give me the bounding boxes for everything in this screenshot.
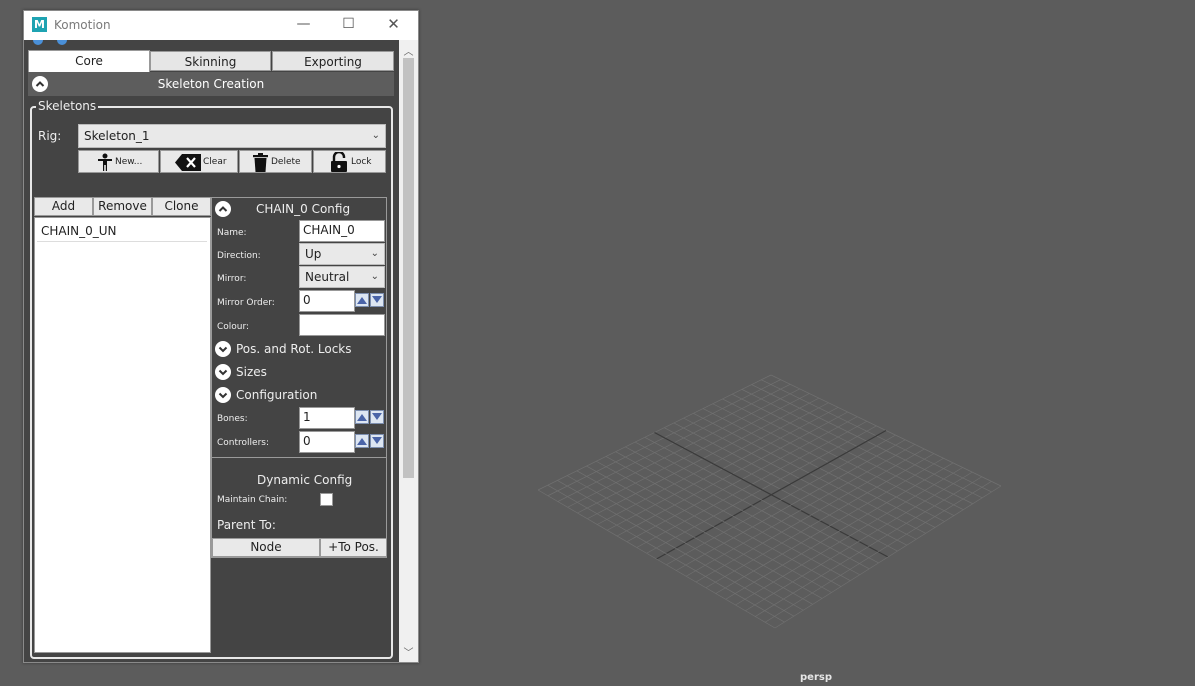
delete-label: Delete (271, 157, 301, 167)
grid-line (547, 484, 785, 623)
expander-sizes[interactable]: Sizes (236, 365, 267, 379)
rig-dropdown[interactable]: Skeleton_1 ⌄ (78, 124, 386, 148)
clone-chain-button[interactable]: Clone (152, 197, 211, 216)
delete-button[interactable]: Delete (239, 150, 312, 173)
skeleton-toolbar: New... Clear Delete Lock (78, 150, 386, 173)
skeletons-group: Skeletons Rig: Skeleton_1 ⌄ New... Clear… (30, 99, 393, 659)
new-skeleton-button[interactable]: New... (78, 150, 159, 173)
grid-line (764, 481, 992, 623)
to-pos-button[interactable]: +To Pos. (320, 538, 387, 557)
chevron-down-icon[interactable] (215, 364, 231, 380)
backspace-x-icon (175, 154, 201, 171)
tab-exporting[interactable]: Exporting (272, 51, 394, 71)
dock-handle-icon[interactable] (33, 40, 43, 45)
name-field[interactable]: CHAIN_0 (299, 220, 385, 242)
section-header[interactable]: Skeleton Creation (28, 72, 394, 96)
spin-up-icon[interactable] (355, 410, 369, 424)
grid-line (557, 480, 795, 617)
grid-line (615, 451, 851, 581)
bones-label: Bones: (217, 414, 248, 424)
camera-label: persp (800, 672, 832, 683)
grid-line (715, 457, 944, 594)
parent-node-button[interactable]: Node (212, 538, 320, 557)
config-title: CHAIN_0 Config (256, 202, 351, 216)
spin-down-icon[interactable] (370, 410, 384, 424)
maximize-button[interactable]: ☐ (326, 11, 371, 40)
spin-down-icon[interactable] (370, 434, 384, 448)
direction-value: Up (305, 247, 322, 261)
colour-field[interactable] (299, 314, 385, 336)
dock-handle-icon[interactable] (57, 40, 67, 45)
chevron-down-icon: ⌄ (370, 248, 379, 259)
minimize-button[interactable]: — (281, 11, 326, 40)
mirror-order-label: Mirror Order: (217, 298, 275, 308)
chevron-down-icon[interactable] (215, 387, 231, 403)
rig-dropdown-value: Skeleton_1 (84, 129, 150, 143)
grid-line (566, 475, 804, 611)
scroll-down-icon[interactable]: ﹀ (399, 644, 418, 659)
mirror-label: Mirror: (217, 274, 247, 284)
parent-to-label: Parent To: (217, 518, 276, 532)
core-tab-content: Skeleton Creation Skeletons Rig: Skeleto… (28, 72, 394, 660)
mirror-value: Neutral (305, 270, 350, 284)
title-bar[interactable]: M Komotion — ☐ ✕ (24, 11, 418, 40)
komotion-window: M Komotion — ☐ ✕ Core Skinning Exporting… (23, 10, 419, 663)
name-label: Name: (217, 228, 247, 238)
person-icon (98, 153, 112, 171)
trash-icon (253, 153, 268, 172)
scroll-up-icon[interactable]: ︿ (399, 43, 418, 58)
chain-list[interactable]: CHAIN_0_UN (34, 217, 211, 653)
dock-handles (31, 40, 71, 46)
spin-down-icon[interactable] (370, 293, 384, 307)
bones-field[interactable]: 1 (299, 407, 355, 429)
group-legend: Skeletons (36, 99, 99, 113)
unlock-icon (331, 152, 347, 172)
grid-line (695, 448, 925, 583)
chevron-up-icon[interactable] (215, 201, 231, 217)
direction-label: Direction: (217, 251, 261, 261)
maya-app-icon: M (32, 17, 47, 32)
vertical-scrollbar[interactable]: ︿ ﹀ (399, 40, 418, 662)
mirror-order-field[interactable]: 0 (299, 290, 355, 312)
chain-config-panel: CHAIN_0 Config Name: CHAIN_0 Direction: … (211, 197, 387, 558)
expander-configuration[interactable]: Configuration (236, 388, 317, 402)
controllers-label: Controllers: (217, 438, 269, 448)
dynamic-config-title: Dynamic Config (257, 473, 353, 487)
clear-button[interactable]: Clear (160, 150, 238, 173)
section-title: Skeleton Creation (157, 77, 265, 91)
controllers-field[interactable]: 0 (299, 431, 355, 453)
scroll-thumb[interactable] (403, 58, 414, 478)
grid-line (537, 489, 776, 629)
chevron-down-icon: ⌄ (370, 271, 379, 282)
direction-dropdown[interactable]: Up ⌄ (299, 243, 385, 265)
divider (212, 457, 386, 458)
remove-chain-button[interactable]: Remove (93, 197, 152, 216)
expander-pos-rot-locks[interactable]: Pos. and Rot. Locks (236, 342, 352, 356)
add-chain-button[interactable]: Add (34, 197, 93, 216)
tab-core[interactable]: Core (28, 50, 150, 72)
list-item[interactable]: CHAIN_0_UN (37, 220, 207, 242)
maintain-chain-label: Maintain Chain: (217, 495, 288, 505)
clear-label: Clear (203, 157, 227, 167)
mirror-dropdown[interactable]: Neutral ⌄ (299, 266, 385, 288)
grid-line (705, 453, 935, 589)
grid-line (774, 485, 1002, 629)
close-button[interactable]: ✕ (371, 11, 416, 40)
window-title: Komotion (54, 18, 111, 32)
lock-button[interactable]: Lock (313, 150, 386, 173)
rig-label: Rig: (38, 129, 62, 143)
new-skeleton-label: New... (115, 157, 143, 167)
grid-line (625, 446, 860, 576)
grid-line (755, 476, 983, 617)
window-client: Core Skinning Exporting Skeleton Creatio… (24, 40, 418, 662)
colour-label: Colour: (217, 322, 250, 332)
chevron-down-icon: ⌄ (371, 130, 380, 141)
tab-skinning[interactable]: Skinning (150, 51, 271, 71)
lock-label: Lock (351, 157, 372, 167)
spin-up-icon[interactable] (355, 434, 369, 448)
spin-up-icon[interactable] (355, 293, 369, 307)
maintain-chain-checkbox[interactable] (320, 493, 333, 506)
chevron-down-icon[interactable] (215, 341, 231, 357)
grid-line (634, 441, 870, 570)
